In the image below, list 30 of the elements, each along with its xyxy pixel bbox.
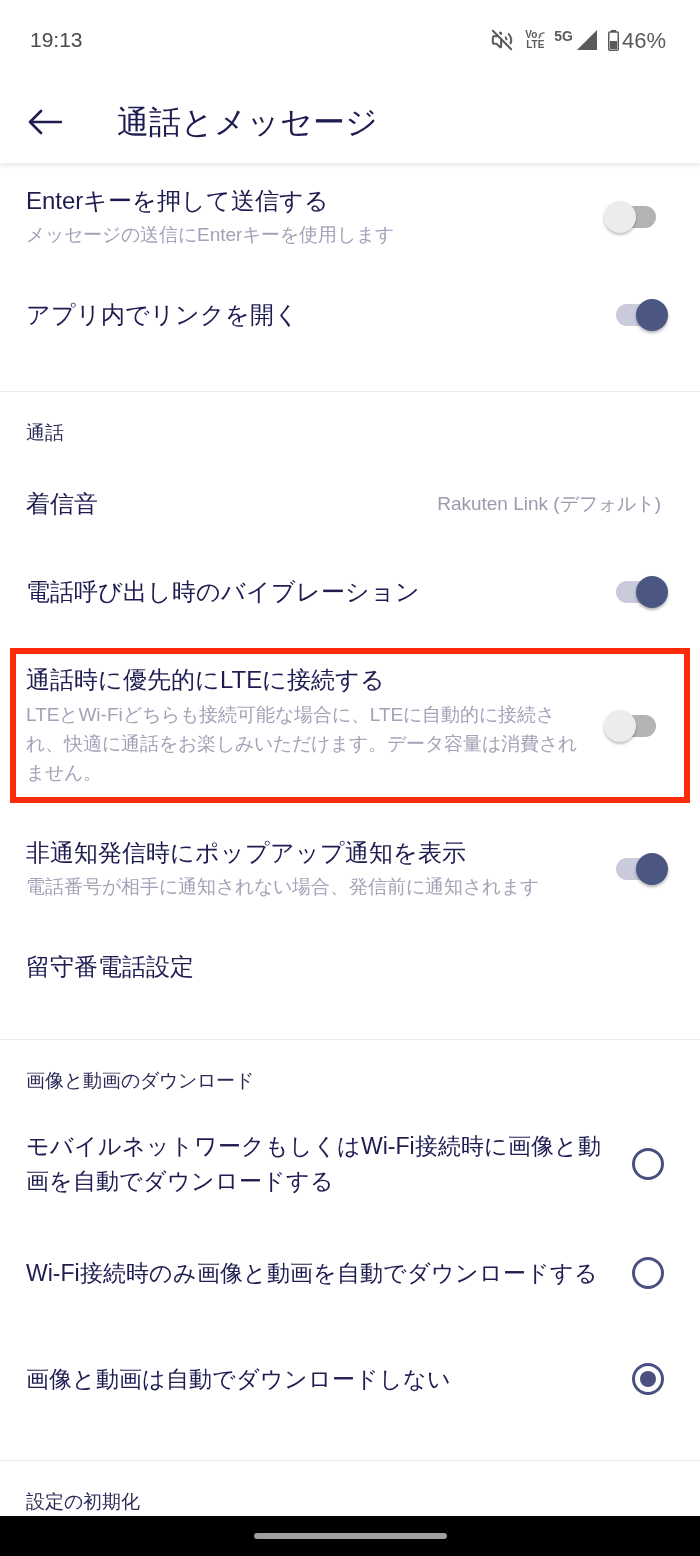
lte-label: LTE [526, 40, 545, 50]
settings-link[interactable]: 留守番電話設定 [26, 951, 194, 983]
radio-label: モバイルネットワークもしくはWi-Fi接続時に画像と動画を自動でダウンロードする [26, 1132, 602, 1196]
radio-button[interactable] [632, 1257, 664, 1289]
setting-description: LTEとWi-Fiどちらも接続可能な場合に、LTEに自動的に接続され、快適に通話をお楽しみいただけます。データ容量は消費されません。 [26, 703, 578, 785]
mute-icon [491, 29, 514, 51]
screen-title: 通話とメッセージ [117, 102, 378, 142]
radio-button[interactable] [632, 1363, 664, 1395]
setting-description: 電話番号が相手に通知されない場合、発信前に通知されます [26, 875, 540, 899]
signal-icon [576, 30, 597, 50]
battery-percent: 46% [621, 26, 666, 55]
section-header: 設定の初期化 [26, 1491, 140, 1512]
network-label: 5G [554, 26, 573, 46]
setting-title: アプリ内でリンクを開く [26, 300, 300, 330]
radio-label: 画像と動画は自動でダウンロードしない [26, 1364, 452, 1394]
status-time: 19:13 [30, 27, 83, 54]
setting-title: Enterキーを押して送信する [26, 186, 331, 216]
setting-title: 着信音 [26, 489, 99, 519]
setting-title: 通話時に優先的にLTEに接続する [26, 665, 387, 695]
wave-icon [538, 31, 546, 39]
radio-label: Wi-Fi接続時のみ画像と動画を自動でダウンロードする [26, 1258, 599, 1288]
volte-label: Vo [525, 30, 538, 40]
battery-icon [607, 29, 619, 51]
radio-button[interactable] [632, 1148, 664, 1180]
section-header: 画像と動画のダウンロード [26, 1070, 254, 1091]
section-header: 通話 [26, 422, 64, 443]
setting-title: 非通知発信時にポップアップ通知を表示 [26, 838, 467, 868]
setting-description: メッセージの送信にEnterキーを使用します [26, 223, 396, 247]
setting-title: 電話呼び出し時のバイブレーション [26, 577, 421, 607]
back-icon[interactable] [28, 108, 62, 135]
